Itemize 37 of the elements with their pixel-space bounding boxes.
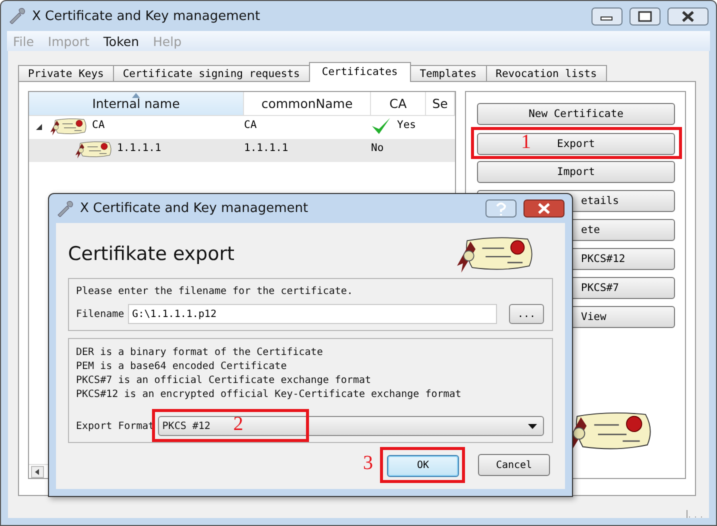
format-note: PKCS#7 is an official Certificate exchange format	[76, 374, 372, 388]
filename-field[interactable]: G:\1.1.1.1.p12	[128, 304, 497, 324]
menu-item[interactable]: Token	[103, 34, 139, 48]
table-cell-text: 1.1.1.1	[117, 141, 162, 154]
table-cell-text: CA	[244, 118, 258, 131]
action-button[interactable]: New Certificate	[477, 103, 675, 125]
format-note: DER is a binary format of the Certificate	[76, 346, 324, 360]
annotation-number: 1	[521, 132, 531, 152]
tab[interactable]: Certificates	[308, 62, 411, 82]
action-button[interactable]: Import	[477, 161, 675, 183]
table-cell-text: 1.1.1.1	[244, 141, 290, 154]
dialog-button[interactable]: Cancel	[478, 454, 550, 476]
tab[interactable]: Certificate signing requests	[112, 65, 310, 82]
tree-row[interactable]: CA CA Yes	[29, 116, 455, 139]
format-note: PKCS#12 is an encrypted official Key-Certificate exchange format	[76, 388, 462, 402]
tab[interactable]: Private Keys	[18, 65, 114, 82]
table-cell-text: Yes	[397, 118, 416, 131]
table-cell-text: CA	[92, 118, 105, 131]
tab[interactable]: Templates	[410, 65, 487, 82]
column-header[interactable]: commonName	[244, 92, 371, 115]
annotation-number: 3	[363, 453, 373, 474]
dialog-title: X Certificate and Key management	[80, 201, 308, 216]
annotation-number: 2	[233, 414, 244, 434]
table-cell-text: No	[371, 141, 384, 154]
column-header[interactable]: Internal name	[29, 92, 244, 115]
dialog-heading: Certifikate export	[68, 242, 235, 264]
instruction-text: Please enter the filename for the certificate.	[76, 285, 354, 299]
dialog-button[interactable]: OK	[387, 454, 459, 477]
column-header[interactable]: Se	[426, 92, 455, 115]
field-label: Export Format	[76, 420, 154, 432]
format-note: PEM is a base64 encoded Certificate	[76, 360, 288, 374]
window-title: X Certificate and Key management	[32, 8, 260, 24]
column-header[interactable]: CA	[371, 92, 426, 115]
browse-button[interactable]: ...	[509, 304, 544, 324]
field-label: Filename	[76, 308, 124, 320]
tree-row[interactable]: 1.1.1.1 1.1.1.1 No	[29, 139, 455, 162]
tab[interactable]: Revocation lists	[486, 65, 607, 82]
